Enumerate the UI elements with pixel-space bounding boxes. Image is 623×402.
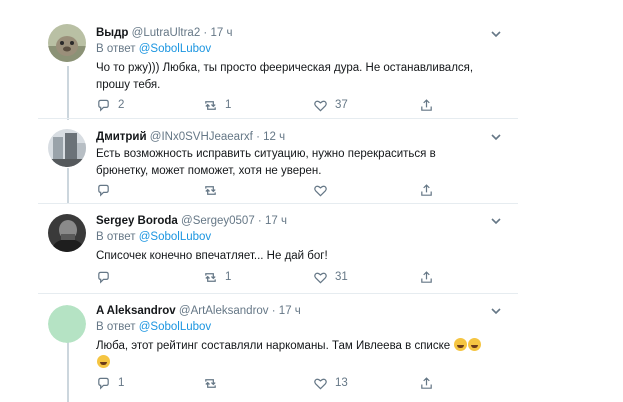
tweet[interactable]: Дмитрий @INx0SVHJeaearxf · 12 ч Есть воз… xyxy=(0,118,623,203)
avatar[interactable] xyxy=(48,305,86,343)
retweet-icon xyxy=(205,100,216,110)
text-line: брюнетку, может поможет, хотя не уверен. xyxy=(96,165,322,177)
text-line: Есть возможность исправить ситуацию, нуж… xyxy=(96,148,436,160)
reply-button[interactable]: 2 xyxy=(96,97,124,113)
retweet-button[interactable]: 1 xyxy=(203,269,231,285)
retweet-icon xyxy=(205,185,216,195)
tweet-text: Есть возможность исправить ситуацию, нуж… xyxy=(96,146,506,180)
display-name[interactable]: Дмитрий xyxy=(96,131,147,143)
separator-dot: · xyxy=(203,27,208,39)
mention-link[interactable]: @SobolLubov xyxy=(139,231,211,243)
retweet-button[interactable]: 1 xyxy=(203,97,231,113)
reply-button[interactable] xyxy=(96,269,111,285)
reply-count: 1 xyxy=(118,377,125,389)
text-line: Люба, этот рейтинг составляли наркоманы.… xyxy=(96,340,451,352)
tweet-actions xyxy=(96,182,456,198)
retweet-count: 1 xyxy=(225,99,232,111)
tweet-actions: 2 1 37 xyxy=(96,97,456,113)
share-icon xyxy=(421,270,432,283)
chevron-down-icon[interactable] xyxy=(490,29,502,39)
mention-link[interactable]: @SobolLubov xyxy=(139,43,211,55)
like-count: 37 xyxy=(335,99,348,111)
timestamp[interactable]: 17 ч xyxy=(265,215,287,227)
timestamp[interactable]: 12 ч xyxy=(263,131,285,143)
retweet-button[interactable] xyxy=(203,375,218,391)
tweet-header: Дмитрий @INx0SVHJeaearxf · 12 ч xyxy=(96,131,285,143)
tweet[interactable]: Sergey Boroda @Sergey0507 · 17 ч В ответ… xyxy=(0,203,623,293)
avatar[interactable] xyxy=(48,214,86,252)
tweet-header: Sergey Boroda @Sergey0507 · 17 ч xyxy=(96,215,287,227)
user-handle[interactable]: @LutraUltra2 xyxy=(132,27,201,39)
reply-context: В ответ @SobolLubov xyxy=(96,321,211,333)
reply-context: В ответ @SobolLubov xyxy=(96,231,211,243)
user-handle[interactable]: @ArtAleksandrov xyxy=(179,305,269,317)
reply-label: В ответ xyxy=(96,321,136,333)
reply-context: В ответ @SobolLubov xyxy=(96,43,211,55)
chevron-down-icon[interactable] xyxy=(490,306,502,316)
separator-dot: · xyxy=(256,131,260,143)
like-icon xyxy=(314,378,327,390)
timestamp[interactable]: 17 ч xyxy=(210,27,232,39)
like-button[interactable]: 31 xyxy=(313,269,348,285)
separator-dot: · xyxy=(271,305,276,317)
retweet-count: 1 xyxy=(225,271,232,283)
text-line: Чо то ржу))) Любка, ты просто феерическа… xyxy=(96,62,474,74)
tweet-text: Списочек конечно впечатляет... Не дай бо… xyxy=(96,248,506,265)
chevron-down-icon[interactable] xyxy=(490,216,502,226)
laughing-emoji-icon xyxy=(97,355,110,368)
share-button[interactable] xyxy=(419,182,434,198)
share-icon xyxy=(421,183,432,196)
share-button[interactable] xyxy=(419,97,434,113)
timestamp[interactable]: 17 ч xyxy=(279,305,301,317)
separator-dot: · xyxy=(257,215,262,227)
display-name[interactable]: Выдр xyxy=(96,27,128,39)
user-handle[interactable]: @Sergey0507 xyxy=(181,215,255,227)
share-icon xyxy=(421,376,432,389)
like-icon xyxy=(314,185,327,197)
tweet-header: A Aleksandrov @ArtAleksandrov · 17 ч xyxy=(96,305,301,317)
like-icon xyxy=(314,100,327,112)
tweet-actions: 1 13 xyxy=(96,375,456,391)
reply-icon xyxy=(98,377,109,390)
tweet-feed: Выдр @LutraUltra2 · 17 ч В ответ @SobolL… xyxy=(0,0,623,402)
like-count: 13 xyxy=(335,377,348,389)
user-handle[interactable]: @INx0SVHJeaearxf xyxy=(150,131,253,143)
like-button[interactable]: 13 xyxy=(313,375,348,391)
share-icon xyxy=(421,98,432,111)
tweet-header: Выдр @LutraUltra2 · 17 ч xyxy=(96,27,232,39)
tweet-text: Люба, этот рейтинг составляли наркоманы.… xyxy=(96,338,506,372)
tweet-text: Чо то ржу))) Любка, ты просто феерическа… xyxy=(96,60,506,94)
reply-button[interactable]: 1 xyxy=(96,375,124,391)
tweet-actions: 1 31 xyxy=(96,269,456,285)
laughing-emoji-icon xyxy=(454,338,468,351)
share-button[interactable] xyxy=(419,269,434,285)
avatar[interactable] xyxy=(48,24,86,62)
reply-button[interactable] xyxy=(96,182,111,198)
reply-icon xyxy=(98,99,109,112)
display-name[interactable]: A Aleksandrov xyxy=(96,305,176,317)
reply-icon xyxy=(98,271,109,284)
text-line: прошу тебя. xyxy=(96,79,161,91)
text-line: Списочек конечно впечатляет... Не дай бо… xyxy=(96,250,328,262)
like-icon xyxy=(314,272,327,284)
retweet-button[interactable] xyxy=(203,182,218,198)
share-button[interactable] xyxy=(419,375,434,391)
retweet-icon xyxy=(205,378,216,388)
laughing-emoji-icon xyxy=(468,338,482,351)
like-button[interactable] xyxy=(313,182,328,198)
mention-link[interactable]: @SobolLubov xyxy=(139,321,211,333)
avatar[interactable] xyxy=(48,129,86,167)
chevron-down-icon[interactable] xyxy=(490,132,502,142)
tweet[interactable]: Выдр @LutraUltra2 · 17 ч В ответ @SobolL… xyxy=(0,0,623,118)
reply-label: В ответ xyxy=(96,231,136,243)
reply-label: В ответ xyxy=(96,43,136,55)
tweet[interactable]: A Aleksandrov @ArtAleksandrov · 17 ч В о… xyxy=(0,293,623,402)
retweet-icon xyxy=(205,272,216,282)
display-name[interactable]: Sergey Boroda xyxy=(96,215,178,227)
like-count: 31 xyxy=(335,271,348,283)
reply-icon xyxy=(98,184,109,197)
reply-count: 2 xyxy=(118,99,125,111)
like-button[interactable]: 37 xyxy=(313,97,348,113)
